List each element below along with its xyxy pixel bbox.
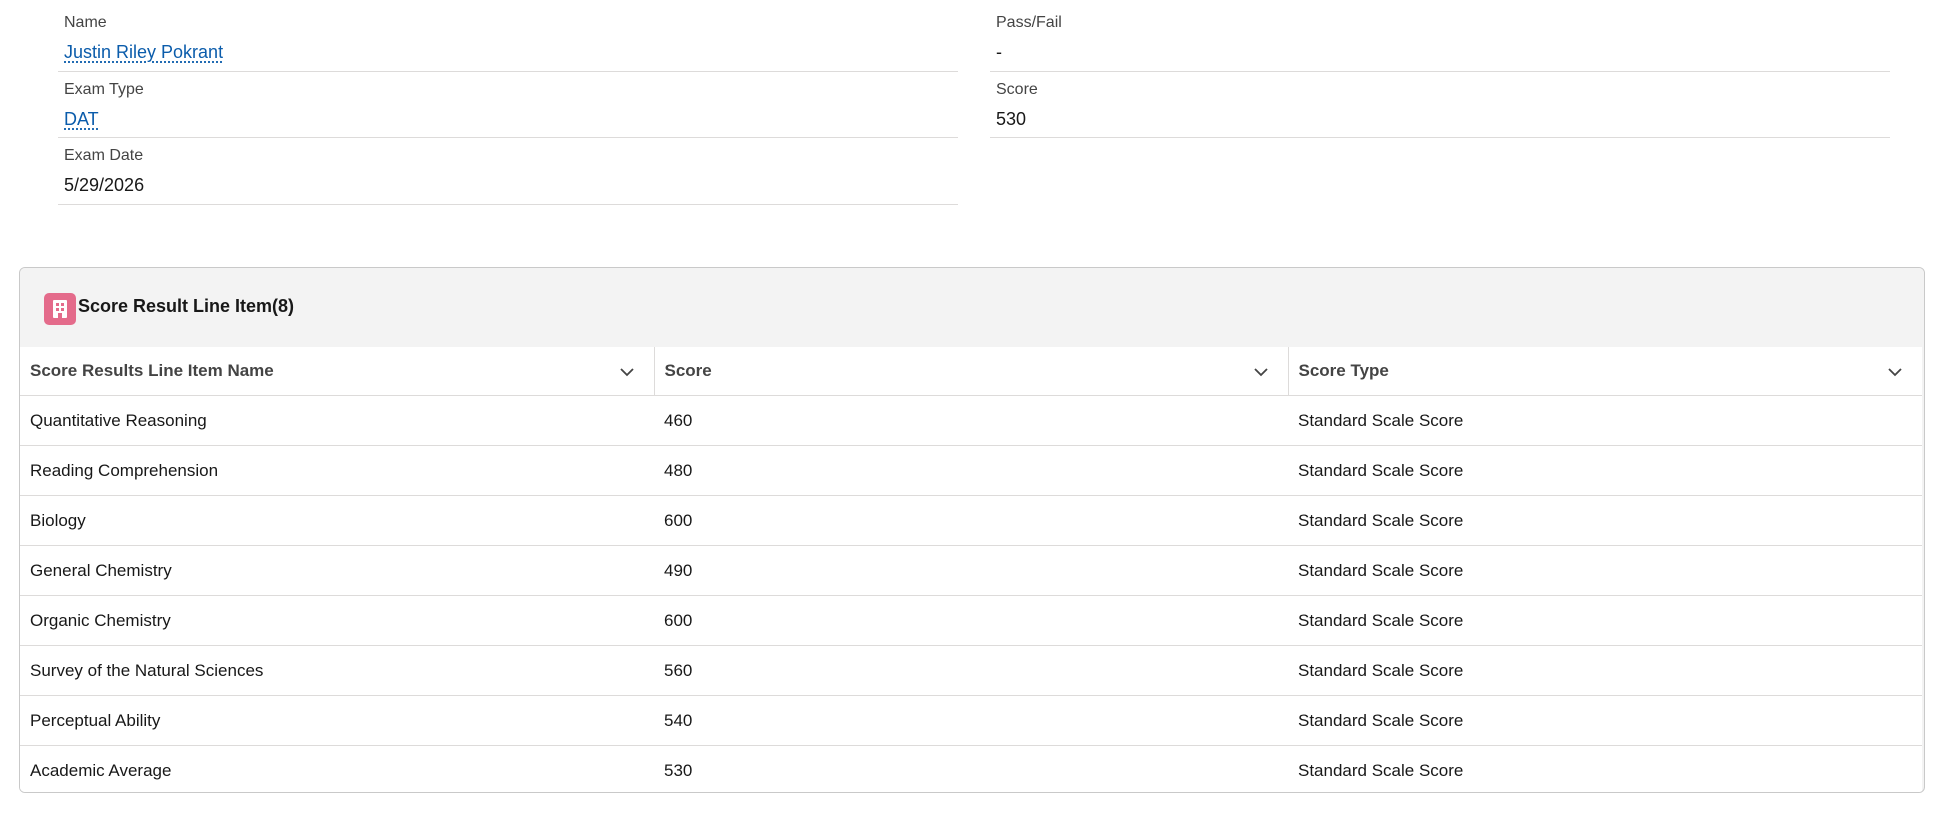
exam-type-field: Exam Type DAT (58, 67, 958, 138)
related-list-header: Score Result Line Item(8) (20, 268, 1924, 347)
line-item-score-type: Standard Scale Score (1288, 395, 1922, 446)
line-item-score-type: Standard Scale Score (1288, 495, 1922, 546)
table-row[interactable]: Reading Comprehension 480 Standard Scale… (20, 445, 1922, 496)
exam-date-label: Exam Date (64, 147, 144, 164)
table-row[interactable]: General Chemistry 490 Standard Scale Sco… (20, 545, 1922, 596)
building-icon (44, 293, 76, 325)
name-field: Name Justin Riley Pokrant (58, 0, 958, 72)
column-header-score[interactable]: Score (654, 347, 1289, 396)
exam-type-label: Exam Type (64, 81, 144, 98)
line-item-score: 600 (654, 495, 1288, 546)
line-item-name: Reading Comprehension (20, 445, 654, 496)
line-item-score-type: Standard Scale Score (1288, 745, 1922, 792)
line-item-score: 600 (654, 595, 1288, 646)
line-item-score-type: Standard Scale Score (1288, 595, 1922, 646)
pass-fail-label: Pass/Fail (996, 14, 1062, 31)
table-row[interactable]: Organic Chemistry 600 Standard Scale Sco… (20, 595, 1922, 646)
line-item-name: Survey of the Natural Sciences (20, 645, 654, 696)
score-label: Score (996, 81, 1038, 98)
line-item-name: General Chemistry (20, 545, 654, 596)
score-results-table: Score Results Line Item Name Score Score… (20, 347, 1922, 792)
column-header-score-label: Score (664, 361, 712, 380)
column-header-score-type-label: Score Type (1298, 361, 1389, 380)
table-row[interactable]: Quantitative Reasoning 460 Standard Scal… (20, 395, 1922, 446)
table-row[interactable]: Biology 600 Standard Scale Score (20, 495, 1922, 546)
score-result-related-list: Score Result Line Item(8) Score Results … (19, 267, 1925, 793)
score-value: 530 (996, 109, 1027, 129)
exam-type-link[interactable]: DAT (64, 109, 99, 130)
column-header-name-label: Score Results Line Item Name (30, 361, 274, 380)
pass-fail-value: - (996, 42, 1002, 62)
line-item-name: Organic Chemistry (20, 595, 654, 646)
table-row[interactable]: Perceptual Ability 540 Standard Scale Sc… (20, 695, 1922, 746)
name-link[interactable]: Justin Riley Pokrant (64, 42, 223, 63)
table-row[interactable]: Academic Average 530 Standard Scale Scor… (20, 745, 1922, 792)
column-header-score-type[interactable]: Score Type (1288, 347, 1922, 396)
line-item-name: Biology (20, 495, 654, 546)
line-item-name: Quantitative Reasoning (20, 395, 654, 446)
pass-fail-field: Pass/Fail - (990, 0, 1890, 72)
line-item-name: Academic Average (20, 745, 654, 792)
line-item-score: 540 (654, 695, 1288, 746)
score-field: Score 530 (990, 67, 1890, 138)
line-item-score: 530 (654, 745, 1288, 792)
line-item-score: 480 (654, 445, 1288, 496)
line-item-score-type: Standard Scale Score (1288, 645, 1922, 696)
exam-date-field: Exam Date 5/29/2026 (58, 133, 958, 205)
name-label: Name (64, 14, 107, 31)
chevron-down-icon[interactable] (1252, 363, 1270, 381)
line-item-score-type: Standard Scale Score (1288, 695, 1922, 746)
line-item-name: Perceptual Ability (20, 695, 654, 746)
line-item-score-type: Standard Scale Score (1288, 445, 1922, 496)
exam-date-value: 5/29/2026 (64, 175, 145, 195)
column-header-name[interactable]: Score Results Line Item Name (20, 347, 655, 396)
table-row[interactable]: Survey of the Natural Sciences 560 Stand… (20, 645, 1922, 696)
line-item-score-type: Standard Scale Score (1288, 545, 1922, 596)
line-item-score: 490 (654, 545, 1288, 596)
line-item-score: 560 (654, 645, 1288, 696)
chevron-down-icon[interactable] (618, 363, 636, 381)
line-item-score: 460 (654, 395, 1288, 446)
related-list-title[interactable]: Score Result Line Item(8) (78, 296, 294, 317)
chevron-down-icon[interactable] (1886, 363, 1904, 381)
record-details: Name Justin Riley Pokrant Exam Type DAT … (0, 0, 1946, 268)
table-header-row: Score Results Line Item Name Score Score… (20, 347, 1922, 396)
